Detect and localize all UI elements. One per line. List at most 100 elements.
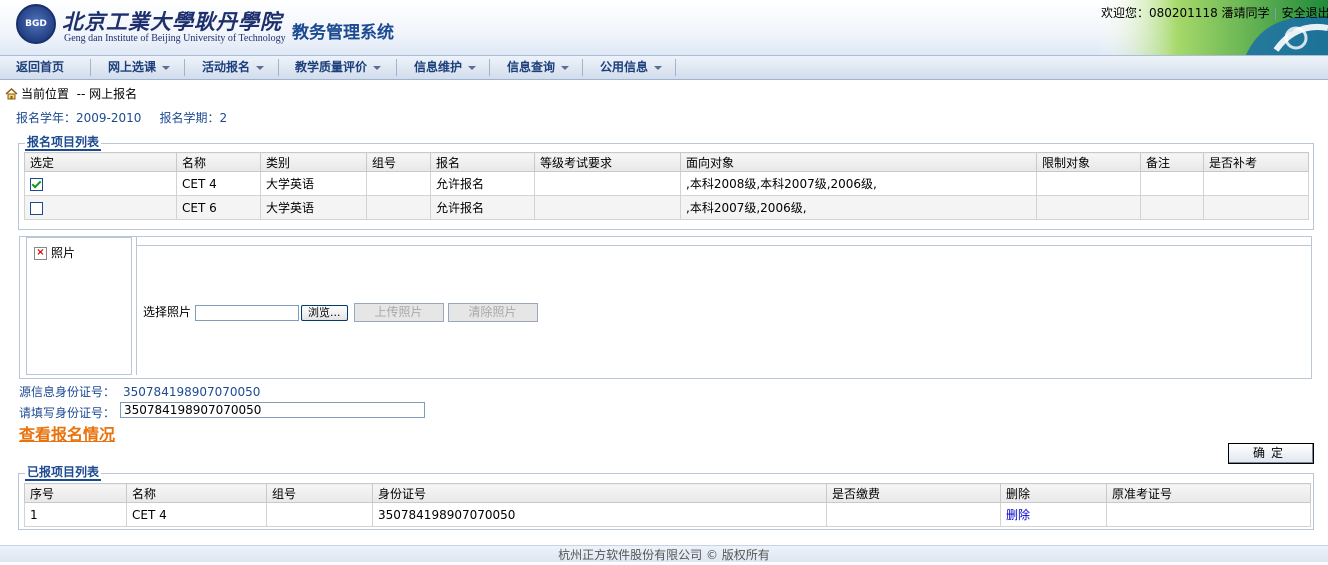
welcome-separator: | xyxy=(1273,6,1278,20)
menu-separator xyxy=(184,59,185,76)
project-retake xyxy=(1203,171,1309,196)
school-name-cn: 北京工業大學耿丹學院 xyxy=(62,9,282,34)
menu-home-label: 返回首页 xyxy=(16,60,65,74)
table-row: CET 6 大学英语 允许报名 ,本科2007级,2006级, xyxy=(24,195,1309,220)
project-group xyxy=(366,171,431,196)
column-header: 限制对象 xyxy=(1036,152,1141,172)
menu-teaching-evaluation-label: 教学质量评价 xyxy=(295,60,368,74)
column-header: 序号 xyxy=(24,483,127,503)
select-cell xyxy=(24,171,177,196)
column-header: 是否缴费 xyxy=(826,483,1001,503)
breadcrumb: 当前位置 -- 网上报名 xyxy=(5,85,137,102)
registered-table-header: 序号 名称 组号 身份证号 是否缴费 删除 原准考证号 xyxy=(24,483,1311,503)
school-logo: BGD xyxy=(16,4,56,44)
chevron-down-icon xyxy=(561,65,570,70)
menu-separator xyxy=(675,59,676,76)
page-header: BGD 北京工業大學耿丹學院 Geng dan Institute of Bei… xyxy=(0,0,1328,56)
column-header: 原准考证号 xyxy=(1106,483,1311,503)
photo-file-input[interactable] xyxy=(195,304,300,321)
photo-alt-text: 照片 xyxy=(51,246,76,260)
project-group xyxy=(366,195,431,220)
welcome-text: 欢迎您：080201118 潘靖同学 xyxy=(1101,6,1270,20)
term-semester-value: 2 xyxy=(219,111,228,125)
upload-photo-button[interactable]: 上传照片 xyxy=(353,303,444,322)
home-icon xyxy=(5,88,18,100)
select-checkbox-cet4[interactable] xyxy=(30,177,43,191)
broken-image-icon: × xyxy=(34,247,47,260)
project-signup: 允许报名 xyxy=(430,171,535,196)
column-header: 面向对象 xyxy=(680,152,1037,172)
term-info: 报名学年：2009-2010 报名学期：2 xyxy=(16,109,227,126)
table-row: CET 4 大学英语 允许报名 ,本科2008级,本科2007级,2006级, xyxy=(24,171,1309,196)
project-name: CET 4 xyxy=(176,171,261,196)
photo-panel: × 照片 选择照片 浏览... 上传照片 清除照片 xyxy=(19,236,1312,379)
menu-activity-signup-label: 活动报名 xyxy=(202,60,251,74)
menu-separator xyxy=(396,59,397,76)
column-header: 名称 xyxy=(126,483,267,503)
menu-teaching-evaluation[interactable]: 教学质量评价 xyxy=(295,56,382,79)
menu-activity-signup[interactable]: 活动报名 xyxy=(202,56,265,79)
menu-home[interactable]: 返回首页 xyxy=(16,56,64,79)
menu-info-query[interactable]: 信息查询 xyxy=(507,56,570,79)
menu-separator xyxy=(489,59,490,76)
registered-table: 序号 名称 组号 身份证号 是否缴费 删除 原准考证号 1 CET 4 3507… xyxy=(24,483,1311,527)
term-year-value: 2009-2010 xyxy=(76,111,142,125)
column-header: 身份证号 xyxy=(372,483,827,503)
menu-course-selection[interactable]: 网上选课 xyxy=(108,56,171,79)
system-title: 教务管理系统 xyxy=(292,23,394,43)
registered-id: 350784198907070050 xyxy=(372,502,827,527)
menu-separator xyxy=(582,59,583,76)
source-id-label: 源信息身份证号： xyxy=(19,385,116,399)
delete-link[interactable]: 删除 xyxy=(1006,508,1030,522)
project-note xyxy=(1140,171,1204,196)
project-requirement xyxy=(534,171,681,196)
registered-no: 1 xyxy=(24,502,127,527)
breadcrumb-path: -- 网上报名 xyxy=(76,87,138,101)
chevron-down-icon xyxy=(468,65,477,70)
clear-photo-button[interactable]: 清除照片 xyxy=(447,303,538,322)
select-checkbox-cet6[interactable] xyxy=(30,201,43,215)
column-header: 选定 xyxy=(24,152,177,172)
confirm-button[interactable]: 确定 xyxy=(1228,443,1314,464)
chevron-down-icon xyxy=(373,65,382,70)
column-header: 备注 xyxy=(1140,152,1204,172)
project-requirement xyxy=(534,195,681,220)
project-target: ,本科2008级,本科2007级,2006级, xyxy=(680,171,1037,196)
project-retake xyxy=(1203,195,1309,220)
id-number-input[interactable] xyxy=(120,402,425,418)
menu-public-info-label: 公用信息 xyxy=(600,60,649,74)
source-id-value: 350784198907070050 xyxy=(123,385,261,399)
column-header: 组号 xyxy=(266,483,373,503)
project-list-legend: 报名项目列表 xyxy=(25,135,102,151)
choose-photo-label: 选择照片 xyxy=(143,305,192,319)
photo-placeholder: × 照片 xyxy=(34,244,75,261)
photo-controls: 选择照片 浏览... 上传照片 清除照片 xyxy=(136,237,1311,375)
menu-public-info[interactable]: 公用信息 xyxy=(600,56,663,79)
column-header: 名称 xyxy=(176,152,261,172)
source-id-line: 源信息身份证号： 350784198907070050 xyxy=(19,383,260,400)
project-category: 大学英语 xyxy=(260,195,367,220)
menu-course-selection-label: 网上选课 xyxy=(108,60,157,74)
project-table-header: 选定 名称 类别 组号 报名 等级考试要求 面向对象 限制对象 备注 是否补考 xyxy=(24,152,1309,172)
fill-id-label: 请填写身份证号： xyxy=(19,406,116,420)
main-menu: 返回首页 网上选课 活动报名 教学质量评价 信息维护 信息查询 公用信息 xyxy=(0,56,1328,80)
column-header: 类别 xyxy=(260,152,367,172)
project-table: 选定 名称 类别 组号 报名 等级考试要求 面向对象 限制对象 备注 是否补考 … xyxy=(24,152,1309,220)
column-header: 删除 xyxy=(1000,483,1107,503)
select-cell xyxy=(24,195,177,220)
menu-info-maintenance[interactable]: 信息维护 xyxy=(414,56,477,79)
project-note xyxy=(1140,195,1204,220)
menu-separator xyxy=(278,59,279,76)
column-header: 组号 xyxy=(366,152,431,172)
project-category: 大学英语 xyxy=(260,171,367,196)
photo-preview: × 照片 xyxy=(26,237,132,375)
breadcrumb-label: 当前位置 xyxy=(21,87,70,101)
project-target: ,本科2007级,2006级, xyxy=(680,195,1037,220)
browse-button[interactable]: 浏览... xyxy=(301,304,348,321)
project-signup: 允许报名 xyxy=(430,195,535,220)
view-registration-link[interactable]: 查看报名情况 xyxy=(19,421,115,445)
delete-cell: 删除 xyxy=(1000,502,1107,527)
photo-pick-row: 选择照片 浏览... 上传照片 清除照片 xyxy=(143,303,538,322)
logout-link[interactable]: 安全退出 xyxy=(1282,6,1328,20)
project-limit xyxy=(1036,195,1141,220)
